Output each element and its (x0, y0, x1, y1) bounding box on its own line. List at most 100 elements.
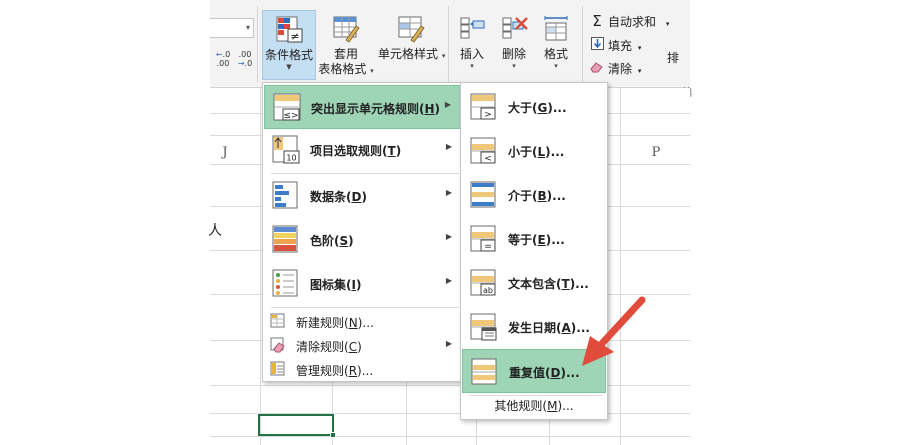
menu-item-manage-rules[interactable]: 管理规则(R)... (264, 357, 462, 381)
submenu-item-label: 等于 (508, 233, 533, 247)
svg-text:≠: ≠ (290, 30, 299, 43)
chevron-down-icon: ▾ (637, 44, 642, 52)
selected-cell[interactable] (258, 414, 336, 438)
submenu-item-greater-than[interactable]: > 大于(G)... (462, 85, 606, 129)
chevron-right-icon: ▶ (445, 142, 452, 151)
submenu-item-label: 重复值 (509, 366, 546, 380)
conditional-format-label: 条件格式 (264, 48, 313, 62)
cell-value: 人 (208, 223, 222, 239)
decrease-decimal-button[interactable]: .00 →.0 (234, 50, 256, 72)
menu-item-data-bars[interactable]: 数据条(D) ▶ (264, 174, 462, 218)
table-format-icon (331, 14, 361, 44)
chevron-down-icon: ▾ (665, 20, 670, 28)
submenu-item-label: 大于 (508, 101, 533, 115)
highlight-cells-icon: ≤> (273, 92, 303, 124)
format-as-table-label-1: 套用 (333, 47, 358, 61)
clear-label: 清除 (608, 62, 633, 76)
submenu-item-label: 介于 (508, 189, 533, 203)
format-as-table-label-2: 表格格式 (318, 62, 367, 76)
submenu-item-less-than[interactable]: < 小于(L)... (462, 129, 606, 173)
date-occurring-icon (470, 311, 500, 343)
submenu-item-more-rules[interactable]: 其他规则(M)... (461, 397, 607, 414)
conditional-format-icon: ≠ (274, 15, 304, 45)
group-divider (257, 6, 258, 82)
top-bottom-rules-icon: 10 (272, 134, 302, 166)
submenu-item-between[interactable]: 介于(B)... (462, 173, 606, 217)
number-format-combo[interactable]: ▾ (210, 18, 254, 38)
submenu-item-label: 发生日期 (508, 321, 557, 335)
new-rule-icon (270, 313, 286, 329)
icon-sets-icon (272, 268, 302, 300)
chevron-right-icon: ▶ (445, 232, 452, 241)
svg-text:≤>: ≤> (283, 111, 298, 121)
format-label: 格式 (543, 47, 568, 61)
submenu-item-label: 文本包含 (508, 277, 557, 291)
autosum-button[interactable]: Σ 自动求和 ▾ (590, 12, 669, 32)
cell-styles-label: 单元格样式 (378, 47, 439, 61)
autosum-label: 自动求和 (608, 15, 657, 29)
column-header-p[interactable]: P (636, 145, 676, 167)
menu-item-icon-sets[interactable]: 图标集(I) ▶ (264, 262, 462, 306)
sort-filter-partial-label[interactable]: 排 (667, 49, 679, 66)
format-cells-icon (541, 14, 571, 44)
chevron-down-icon: ▾ (512, 62, 516, 70)
chevron-right-icon: ▶ (445, 188, 452, 197)
menu-item-clear-rules[interactable]: 清除规则(C) ▶ (264, 333, 462, 357)
chevron-right-icon: ▶ (445, 276, 452, 285)
data-bars-icon (272, 180, 302, 212)
fill-button[interactable]: 填充 ▾ (590, 37, 641, 57)
delete-cells-icon (499, 14, 529, 44)
chevron-right-icon: ▶ (444, 100, 451, 109)
column-header-j[interactable]: J (210, 145, 240, 167)
clear-button[interactable]: 清除 ▾ (590, 60, 641, 80)
group-divider (582, 6, 583, 82)
submenu-item-equal-to[interactable]: = 等于(E)... (462, 217, 606, 261)
menu-item-label: 管理规则 (296, 364, 345, 378)
menu-item-label: 清除规则 (296, 340, 345, 354)
text-contains-icon: ab (470, 267, 500, 299)
menu-item-label: 项目选取规则 (310, 144, 383, 158)
insert-label: 插入 (459, 47, 484, 61)
menu-item-color-scales[interactable]: 色阶(S) ▶ (264, 218, 462, 262)
clear-rules-icon (270, 337, 286, 353)
svg-text:ab: ab (483, 286, 493, 295)
increase-decimal-button[interactable]: ←.0 .00 (212, 50, 234, 72)
chevron-down-icon: ▾ (370, 67, 374, 75)
insert-button[interactable]: 插入 ▾ (454, 10, 490, 80)
between-icon (470, 179, 500, 211)
svg-text:>: > (484, 110, 492, 120)
duplicate-values-icon (471, 356, 501, 388)
svg-text:=: = (484, 242, 492, 252)
menu-item-label: 色阶 (310, 234, 335, 248)
chevron-down-icon: ▼ (286, 63, 292, 71)
excel-window: ▾ ←.0 .00 .00 →.0 ⌟ ≠ 条件格式 ▼ (0, 0, 900, 445)
fill-label: 填充 (608, 39, 633, 53)
conditional-format-button[interactable]: ≠ 条件格式 ▼ (262, 10, 316, 80)
equal-to-icon: = (470, 223, 500, 255)
chevron-down-icon: ▾ (637, 67, 642, 75)
chevron-down-icon: ▾ (470, 62, 474, 70)
eraser-icon (590, 61, 604, 76)
format-button[interactable]: 格式 ▾ (538, 10, 574, 80)
greater-than-icon: > (470, 91, 500, 123)
menu-item-label: 新建规则 (296, 316, 345, 330)
group-divider (448, 6, 449, 82)
menu-item-label: 突出显示单元格规则 (311, 102, 420, 116)
chevron-down-icon: ▾ (441, 52, 446, 60)
color-scales-icon (272, 224, 302, 256)
fill-handle[interactable] (330, 432, 336, 438)
menu-item-top-bottom-rules[interactable]: 10 项目选取规则(T) ▶ (264, 128, 462, 172)
delete-button[interactable]: 删除 ▾ (496, 10, 532, 80)
manage-rules-icon (270, 361, 286, 377)
chevron-down-icon: ▾ (554, 62, 558, 70)
chevron-down-icon[interactable]: ▾ (246, 23, 250, 32)
menu-item-highlight-cells-rules[interactable]: ≤> 突出显示单元格规则(H) ▶ (264, 85, 462, 129)
chevron-right-icon: ▶ (445, 339, 452, 348)
svg-text:<: < (484, 154, 492, 164)
menu-item-label: 数据条 (310, 190, 347, 204)
insert-cells-icon (457, 14, 487, 44)
menu-item-new-rule[interactable]: 新建规则(N)... (264, 309, 462, 333)
cell-styles-button[interactable]: 单元格样式 ▾ (378, 10, 446, 80)
format-as-table-button[interactable]: 套用 表格格式 ▾ (318, 10, 374, 80)
menu-item-label: 图标集 (310, 278, 347, 292)
